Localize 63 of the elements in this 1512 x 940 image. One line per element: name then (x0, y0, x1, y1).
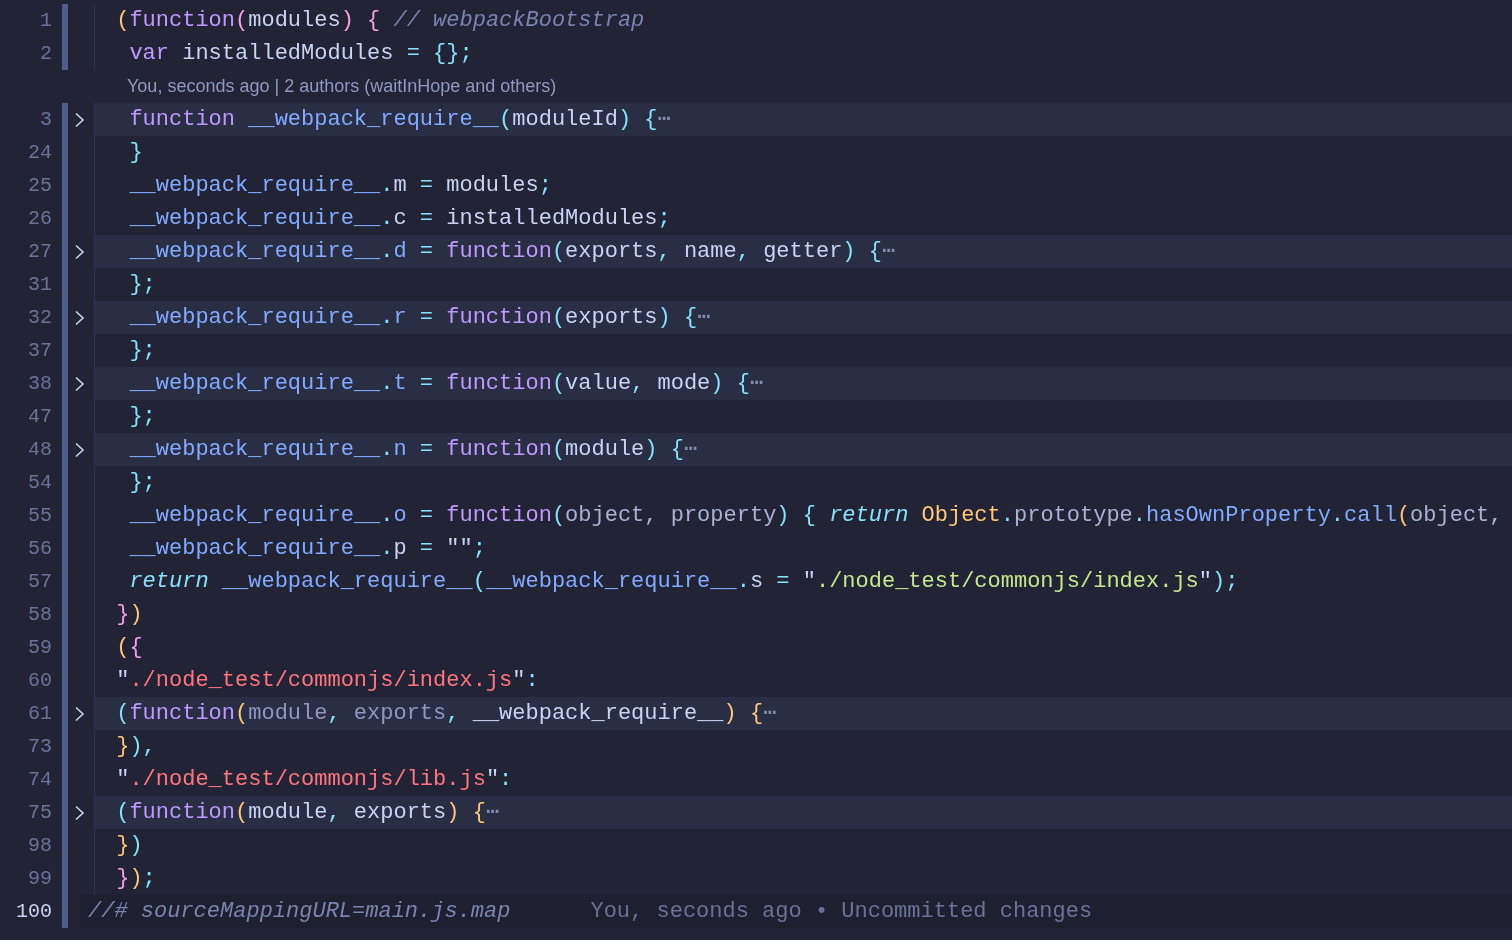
line-number: 59 (27, 635, 52, 661)
code-line: __webpack_require__.n = function(module) {⋯ (128, 436, 698, 464)
code-line: var installedModules = {}; (128, 40, 473, 68)
line-number: 47 (27, 404, 52, 430)
code-line: ({ (115, 634, 143, 662)
code-line: }) (115, 601, 143, 629)
blame-hint[interactable]: You, seconds ago | 2 authors (waitInHope and others) (127, 76, 557, 97)
line-number: 58 (27, 602, 52, 628)
line-number: 60 (27, 668, 52, 694)
code-line: __webpack_require__.c = installedModules; (128, 205, 671, 233)
line-number: 100 (15, 899, 52, 925)
chevron-icon[interactable] (74, 805, 86, 821)
code-line: return __webpack_require__(__webpack_require__.s = "./node_test/commonjs/index.js"); (128, 568, 1239, 596)
code-line: }; (128, 403, 156, 431)
line-number: 99 (27, 866, 52, 892)
code-line: //# sourceMappingURL=main.js.map (88, 898, 511, 926)
code-line: "./node_test/commonjs/index.js": (115, 667, 539, 695)
line-number: 31 (27, 272, 52, 298)
code-line: }), (115, 733, 156, 761)
code-line: }); (115, 865, 156, 893)
chevron-icon[interactable] (74, 706, 86, 722)
chevron-icon[interactable] (74, 442, 86, 458)
inline-blame: You, seconds ago • Uncommitted changes (590, 898, 1093, 926)
chevron-icon[interactable] (74, 376, 86, 392)
line-number: 54 (27, 470, 52, 496)
code-line: "./node_test/commonjs/lib.js": (115, 766, 513, 794)
code-line: (function(modules) { // webpackBootstrap (115, 7, 645, 35)
line-number: 55 (27, 503, 52, 529)
line-number: 24 (27, 140, 52, 166)
code-line: __webpack_require__.m = modules; (128, 172, 552, 200)
line-number: 32 (27, 305, 52, 331)
line-number: 38 (27, 371, 52, 397)
code-line: __webpack_require__.r = function(exports) {⋯ (128, 304, 711, 332)
line-number: 27 (27, 239, 52, 265)
chevron-icon[interactable] (74, 244, 86, 260)
line-number: 37 (27, 338, 52, 364)
line-number: 73 (27, 734, 52, 760)
code-line: (function(module, exports) {⋯ (115, 799, 500, 827)
line-number: 26 (27, 206, 52, 232)
code-line: }; (128, 337, 156, 365)
code-line: __webpack_require__.d = function(exports, name, getter) {⋯ (128, 238, 896, 266)
line-number: 75 (27, 800, 52, 826)
chevron-icon[interactable] (74, 112, 86, 128)
code-line: }) (115, 832, 143, 860)
code-line: } (128, 139, 143, 167)
line-number: 74 (27, 767, 52, 793)
code-line: __webpack_require__.o = function(object, property) { return Object.prototype.hasOwnProperty.call(object, (128, 502, 1503, 530)
line-number: 57 (27, 569, 52, 595)
line-number: 61 (27, 701, 52, 727)
code-line: __webpack_require__.p = ""; (128, 535, 486, 563)
code-line: }; (128, 469, 156, 497)
line-number: 98 (27, 833, 52, 859)
line-number: 48 (27, 437, 52, 463)
code-line: function __webpack_require__(moduleId) {⋯ (128, 106, 671, 134)
line-number: 25 (27, 173, 52, 199)
code-line: (function(module, exports, __webpack_require__) {⋯ (115, 700, 777, 728)
line-number: 2 (39, 41, 52, 67)
code-line: __webpack_require__.t = function(value, mode) {⋯ (128, 370, 764, 398)
code-line: }; (128, 271, 156, 299)
line-number: 56 (27, 536, 52, 562)
line-number: 3 (39, 107, 52, 133)
line-number: 1 (39, 8, 52, 34)
chevron-icon[interactable] (74, 310, 86, 326)
